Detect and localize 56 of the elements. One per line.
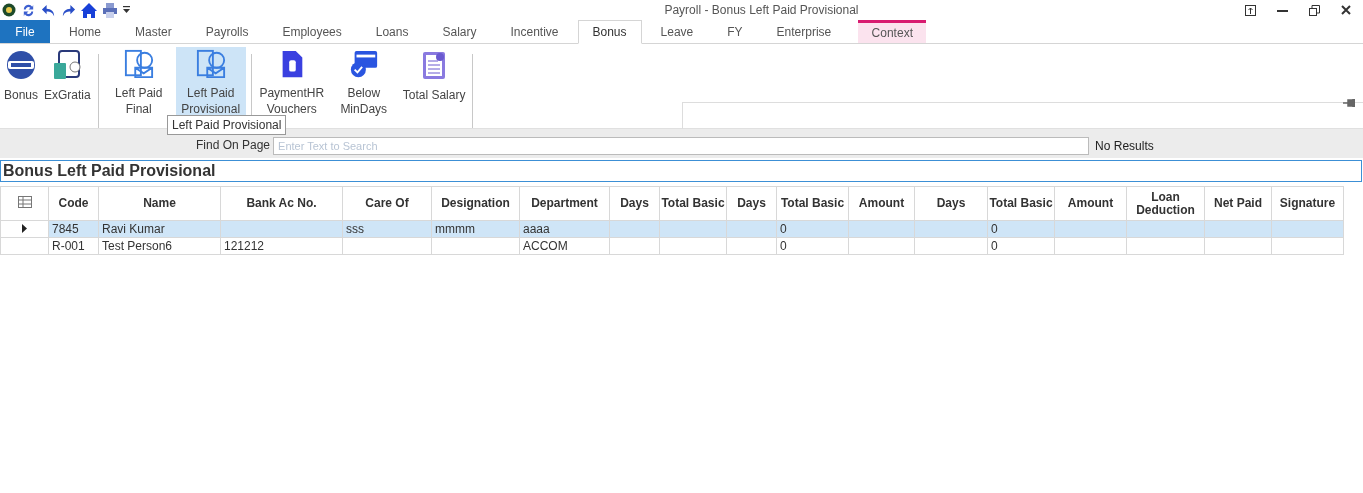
undo-icon[interactable] (41, 2, 56, 18)
maximize-icon[interactable] (1309, 4, 1320, 16)
window-title: Payroll - Bonus Left Paid Provisional (663, 3, 860, 17)
document-envelope-icon (194, 49, 227, 79)
search-field[interactable]: Enter Text to Search (273, 137, 1090, 155)
table-cell: aaaa (523, 222, 550, 236)
table-cell: R-001 (52, 239, 85, 253)
column-header[interactable]: Bank Ac No. (220, 186, 343, 221)
print-icon[interactable] (102, 2, 118, 18)
home-icon[interactable] (81, 2, 97, 18)
app-logo-icon[interactable] (2, 3, 16, 17)
ribbon-tab[interactable]: Context (858, 20, 927, 43)
table-cell: 7845 (52, 222, 79, 236)
column-header[interactable]: Department (519, 186, 610, 221)
ribbon-tab[interactable]: Bonus (577, 20, 642, 44)
column-header[interactable]: Signature (1271, 186, 1344, 221)
grid-icon[interactable] (17, 196, 32, 208)
table-cell: 121212 (224, 239, 265, 253)
ribbon-tab[interactable]: File (0, 20, 50, 43)
tooltip: Left Paid Provisional (167, 115, 287, 135)
column-header[interactable]: Days (726, 186, 777, 221)
column-header[interactable]: Designation (431, 186, 520, 221)
column-header[interactable]: Loan Deduction (1126, 186, 1205, 221)
refresh-icon[interactable] (21, 2, 36, 18)
column-header[interactable]: Care Of (342, 186, 432, 221)
column-header[interactable]: Total Basic (987, 186, 1055, 221)
column-header[interactable]: Amount (848, 186, 915, 221)
dropdown-icon[interactable] (123, 6, 130, 14)
restore-ribbon-icon[interactable] (1245, 4, 1256, 16)
find-label: Find On Page (196, 138, 271, 153)
column-header[interactable]: Amount (1054, 186, 1127, 221)
current-row-icon (22, 224, 27, 233)
page-title: Bonus Left Paid Provisional (0, 160, 1362, 182)
table-cell: mmmm (435, 222, 475, 236)
document-envelope-icon (122, 49, 155, 79)
table-cell: 0 (780, 239, 787, 253)
table-cell: ACCOM (523, 239, 568, 253)
close-icon[interactable] (1341, 5, 1351, 15)
column-header[interactable]: Name (98, 186, 221, 221)
column-header[interactable]: Total Basic (659, 186, 727, 221)
table-row[interactable]: R-001 Test Person6 121212 ACCOM 0 0 (0, 237, 1344, 255)
table-cell: 0 (780, 222, 787, 236)
column-header[interactable]: Total Basic (776, 186, 849, 221)
table-cell: 0 (991, 222, 998, 236)
column-header[interactable]: Days (609, 186, 660, 221)
pin-icon[interactable] (1343, 99, 1355, 107)
column-header[interactable]: Code (48, 186, 99, 221)
column-header[interactable]: Net Paid (1204, 186, 1272, 221)
search-results: No Results (1095, 139, 1154, 153)
redo-icon[interactable] (61, 2, 76, 18)
table-cell: 0 (991, 239, 998, 253)
table-row[interactable]: 7845 Ravi Kumar sss mmmm aaaa 0 0 (0, 220, 1344, 238)
table-cell: Ravi Kumar (102, 222, 165, 236)
table-cell: Test Person6 (102, 239, 173, 253)
table-cell: sss (346, 222, 364, 236)
column-header[interactable]: Days (914, 186, 988, 221)
